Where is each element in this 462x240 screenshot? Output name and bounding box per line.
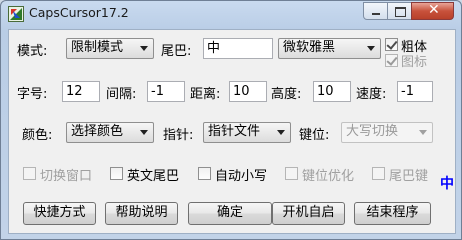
size-input[interactable]: 12 (62, 81, 100, 102)
auto-lower-checkbox[interactable] (198, 167, 211, 180)
ok-button[interactable]: 确定 (188, 202, 272, 225)
window-title: CapsCursor17.2 (29, 5, 129, 20)
size-label: 字号: (17, 87, 48, 102)
gap-label: 间隔: (106, 87, 137, 102)
pointer-select[interactable]: 指针文件 (203, 122, 291, 143)
font-select-value: 微软雅黑 (283, 40, 336, 55)
gap-input[interactable]: -1 (147, 81, 185, 102)
close-button[interactable]: ✕ (411, 2, 454, 20)
mode-label: 模式: (17, 44, 48, 59)
tail-key-label: 尾巴键 (389, 169, 429, 184)
app-icon (8, 6, 24, 22)
english-tail-checkbox[interactable] (110, 167, 123, 180)
shortcut-button[interactable]: 快捷方式 (23, 202, 96, 225)
help-button[interactable]: 帮助说明 (105, 202, 178, 225)
chevron-down-icon (140, 130, 148, 135)
speed-label: 速度: (356, 87, 387, 102)
main-panel: 模式: 限制模式 尾巴: 中 微软雅黑 粗体 图标 字号: 12 间隔: -1 … (8, 29, 456, 234)
autostart-button[interactable]: 开机自启 (272, 202, 345, 225)
exit-button[interactable]: 结束程序 (354, 202, 431, 225)
color-select-value: 选择颜色 (71, 124, 124, 139)
auto-lower-label: 自动小写 (215, 169, 268, 184)
english-tail-label: 英文尾巴 (127, 169, 180, 184)
tail-key-checkbox[interactable] (372, 167, 385, 180)
mode-select-value: 限制模式 (71, 40, 124, 55)
app-window: CapsCursor17.2 ✕ 模式: 限制模式 尾巴: 中 微软雅黑 粗体 … (0, 0, 462, 240)
key-optimize-label: 键位优化 (302, 169, 355, 184)
chevron-down-icon (140, 46, 148, 51)
font-select[interactable]: 微软雅黑 (278, 38, 381, 59)
color-select[interactable]: 选择颜色 (66, 122, 154, 143)
color-label: 颜色: (22, 128, 53, 143)
key-select-value: 大写切换 (346, 124, 399, 139)
key-select[interactable]: 大写切换 (341, 122, 433, 143)
chevron-down-icon (277, 130, 285, 135)
key-label: 键位: (299, 128, 330, 143)
maximize-icon (395, 7, 406, 17)
pointer-label: 指针: (163, 128, 194, 143)
minimize-button[interactable] (363, 2, 388, 20)
speed-input[interactable]: -1 (397, 81, 433, 102)
key-optimize-checkbox[interactable] (285, 167, 298, 180)
bold-checkbox[interactable] (385, 38, 398, 51)
switch-window-label: 切换窗口 (40, 169, 93, 184)
icon-label: 图标 (401, 55, 428, 70)
mode-select[interactable]: 限制模式 (66, 38, 154, 59)
chevron-down-icon (419, 130, 427, 135)
language-indicator: 中 (440, 176, 454, 192)
distance-input[interactable]: 10 (229, 81, 267, 102)
tail-input[interactable]: 中 (203, 38, 273, 59)
title-bar: CapsCursor17.2 ✕ (1, 1, 461, 27)
icon-checkbox[interactable] (385, 54, 398, 67)
height-input[interactable]: 10 (313, 81, 351, 102)
close-icon: ✕ (428, 2, 440, 18)
chevron-down-icon (367, 46, 375, 51)
pointer-select-value: 指针文件 (208, 124, 261, 139)
maximize-button[interactable] (387, 2, 412, 20)
switch-window-checkbox[interactable] (23, 167, 36, 180)
tail-label: 尾巴: (161, 44, 192, 59)
minimize-icon (372, 13, 380, 15)
height-label: 高度: (271, 87, 302, 102)
distance-label: 距离: (190, 87, 221, 102)
